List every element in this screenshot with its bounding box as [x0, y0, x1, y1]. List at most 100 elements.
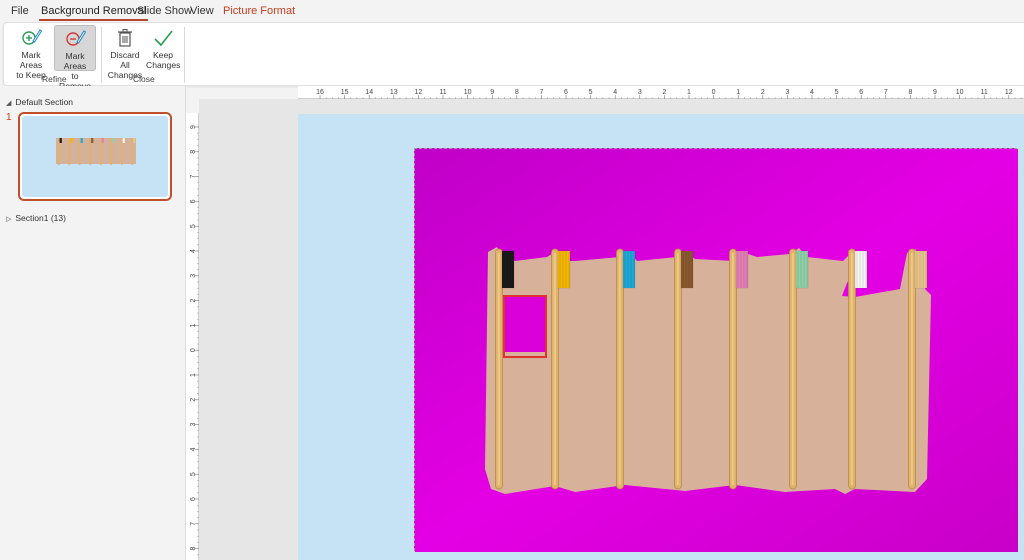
expand-triangle-icon[interactable]: ▷ [6, 215, 11, 223]
tab-view[interactable]: View [190, 5, 214, 17]
tab-picture-format[interactable]: Picture Format [223, 5, 295, 17]
thumbnail-brush-handle [121, 138, 123, 165]
ruler-label: 8 [908, 89, 912, 96]
background-removal-picture[interactable] [414, 148, 1018, 552]
ruler-label: 13 [390, 89, 398, 96]
ruler-label: 16 [316, 89, 324, 96]
ruler-label: 4 [190, 447, 197, 451]
ruler-label: 6 [190, 199, 197, 203]
mark-areas-to-remove-button[interactable]: Mark Areas to Remove [54, 25, 96, 91]
ruler-label: 2 [190, 398, 197, 402]
thumbnail-brush-handle [110, 138, 113, 165]
thumbnail-brush-bristles [101, 138, 104, 143]
ruler-label: 7 [884, 89, 888, 96]
slide-thumbnail-preview [22, 116, 168, 197]
ruler-label: 3 [785, 89, 789, 96]
group-separator [101, 27, 102, 83]
slide-thumbnail-panel: ◢ Default Section 1 ▷ Section1 (13) [0, 86, 186, 560]
collapse-triangle-icon[interactable]: ◢ [6, 99, 11, 107]
keep-changes-button[interactable]: Keep Changes [146, 25, 180, 71]
ruler-label: 6 [190, 497, 197, 501]
thumbnail-brush-bristles [112, 138, 115, 143]
horizontal-ruler-ticks: 16 15 14 13 12 11 10 9 8 7 6 5 4 3 2 1 0 1 2 3 4 5 6 7 8 9 10 11 12 [316, 89, 1022, 99]
ruler-label: 5 [190, 224, 197, 228]
tab-background-removal[interactable]: Background Removal [38, 5, 149, 21]
ruler-label: 0 [190, 348, 197, 352]
thumbnail-brush-handle [100, 138, 102, 165]
ruler-label: 10 [956, 89, 964, 96]
ruler-label: 11 [439, 89, 446, 96]
discard-label-1: Discard All [110, 50, 140, 70]
ruler-label: 7 [190, 522, 197, 526]
default-section-header[interactable]: ◢ Default Section [6, 97, 73, 107]
ruler-label: 3 [190, 423, 197, 427]
mark-areas-to-keep-button[interactable]: Mark Areas to Keep [10, 25, 52, 80]
thumbnail-brush-handle [131, 138, 134, 165]
section1-label: Section1 (13) [15, 213, 66, 223]
slide[interactable] [298, 114, 1024, 560]
mark-area-rectangle[interactable] [503, 295, 547, 358]
ruler-label: 1 [190, 323, 197, 327]
ruler-label: 8 [190, 547, 197, 551]
ruler-label: 9 [490, 89, 494, 96]
ruler-label: 4 [190, 249, 197, 253]
ruler-label: 2 [761, 89, 765, 96]
mark-remove-icon [66, 30, 86, 46]
default-section-label: Default Section [15, 97, 74, 107]
thumbnail-brush-handle [89, 138, 92, 165]
section1-header[interactable]: ▷ Section1 (13) [6, 213, 66, 223]
thumbnail-brush-bristles [70, 138, 73, 143]
ruler-label: 1 [736, 89, 740, 96]
ruler-label: 11 [981, 89, 988, 96]
ruler-label: 2 [190, 299, 197, 303]
mark-keep-icon [22, 29, 42, 45]
ruler-label: 9 [933, 89, 937, 96]
keep-label-1: Keep [152, 50, 174, 60]
tab-slide-show[interactable]: Slide Show [137, 5, 192, 17]
ribbon-tabs: File Background Removal Slide Show View … [0, 0, 1024, 22]
ruler-label: 3 [638, 89, 642, 96]
slide-canvas [199, 99, 1024, 560]
thumbnail-brush-bristles [91, 138, 94, 143]
ruler-label: 4 [810, 89, 814, 96]
ruler-label: 12 [415, 89, 423, 96]
tab-file[interactable]: File [11, 5, 29, 17]
thumbnail-picture [56, 138, 136, 165]
ruler-label: 7 [190, 175, 197, 179]
close-group-label: Close [133, 74, 155, 84]
ruler-label: 8 [515, 89, 519, 96]
ruler-label: 5 [835, 89, 839, 96]
ruler-label: 0 [712, 89, 716, 96]
thumbnail-brush-bristles [80, 138, 83, 143]
thumbnail-brush-bristles [122, 138, 125, 143]
refine-group-label: Refine [42, 74, 67, 84]
vertical-ruler: 9 8 7 6 5 4 3 2 1 0 1 2 3 4 5 6 7 8 [186, 113, 199, 560]
thumbnail-brush-bristles [59, 138, 62, 143]
horizontal-ruler: 16 15 14 13 12 11 10 9 8 7 6 5 4 3 2 1 0 1 2 3 4 5 6 7 8 9 10 11 12 [298, 86, 1024, 99]
ruler-label: 12 [1005, 89, 1013, 96]
ruler-label: 6 [564, 89, 568, 96]
ruler-label: 8 [190, 150, 197, 154]
trash-icon [118, 29, 132, 47]
slide-number: 1 [6, 112, 12, 123]
ruler-label: 9 [190, 125, 197, 129]
mark-keep-label-1: Mark Areas [19, 50, 43, 70]
ruler-label: 14 [365, 89, 373, 96]
mark-remove-label-1: Mark Areas [63, 51, 87, 71]
discard-all-changes-button[interactable]: Discard All Changes [105, 25, 145, 80]
ruler-label: 1 [687, 89, 691, 96]
ruler-label: 2 [662, 89, 666, 96]
ruler-label: 4 [613, 89, 617, 96]
ruler-label: 3 [190, 274, 197, 278]
powerpoint-window: File Background Removal Slide Show View … [0, 0, 1024, 560]
thumbnail-brush-handle [58, 138, 60, 165]
thumbnail-brush-handle [79, 138, 81, 165]
slide-thumbnail[interactable] [18, 112, 172, 201]
thumbnail-brush-bristles [133, 138, 136, 143]
thumbnail-brush-handle [68, 138, 71, 165]
ruler-label: 1 [190, 373, 197, 377]
ribbon: Mark Areas to Keep Mark Areas to Remove … [3, 22, 1024, 91]
ruler-label: 7 [539, 89, 543, 96]
keep-label-2: Changes [146, 60, 181, 70]
ruler-label: 10 [464, 89, 472, 96]
